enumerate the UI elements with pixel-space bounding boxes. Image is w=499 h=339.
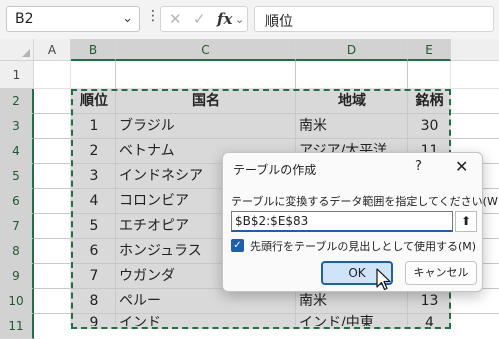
column-header-d[interactable]: D [296, 39, 408, 61]
row-header-6[interactable]: 6 [0, 189, 34, 214]
row-header-4[interactable]: 4 [0, 139, 34, 164]
row-header-5[interactable]: 5 [0, 164, 34, 189]
row-header-2[interactable]: 2 [0, 89, 34, 114]
column-header-c[interactable]: C [116, 39, 296, 61]
column-header-e[interactable]: E [408, 39, 451, 61]
row-header-10[interactable]: 10 [0, 289, 34, 314]
mouse-pointer-icon [376, 268, 391, 291]
column-header-f[interactable] [451, 39, 499, 61]
chevron-down-icon[interactable]: ⌄ [122, 11, 133, 26]
help-icon[interactable]: ? [415, 159, 422, 174]
collapse-dialog-icon[interactable]: ⬆ [455, 211, 477, 232]
header-row-checkbox[interactable]: ✓ [231, 239, 244, 252]
row-header-8[interactable]: 8 [0, 239, 34, 264]
close-icon[interactable]: ✕ [455, 157, 468, 176]
row-header-1[interactable]: 1 [0, 61, 34, 89]
select-all-corner[interactable] [0, 39, 34, 61]
name-box-value: B2 [15, 11, 34, 27]
formula-input[interactable]: 順位 [254, 6, 494, 32]
formula-bar: B2 ⌄ ⋮ ✕ ✓ fx ⌄ 順位 [0, 0, 499, 40]
row-header-3[interactable]: 3 [0, 114, 34, 139]
range-input[interactable]: $B$2:$E$83 [231, 211, 453, 232]
row-header-7[interactable]: 7 [0, 214, 34, 239]
row-header-11[interactable]: 11 [0, 314, 34, 339]
more-vertical-icon[interactable]: ⋮ [146, 8, 160, 24]
cancel-button[interactable]: キャンセル [405, 261, 477, 285]
column-header-a[interactable]: A [34, 39, 71, 61]
cancel-icon[interactable]: ✕ [169, 10, 182, 28]
chevron-down-icon[interactable]: ⌄ [235, 13, 244, 26]
range-prompt-label: テーブルに変換するデータ範囲を指定してください(W) [231, 195, 499, 208]
formula-value: 順位 [265, 14, 293, 30]
function-icon[interactable]: fx [217, 10, 232, 28]
formula-actions: ✕ ✓ fx ⌄ [160, 6, 248, 32]
check-icon[interactable]: ✓ [193, 10, 206, 28]
column-header-b[interactable]: B [71, 39, 116, 61]
row-header-9[interactable]: 9 [0, 264, 34, 289]
name-box[interactable]: B2 ⌄ [6, 6, 140, 32]
header-row-checkbox-label[interactable]: 先頭行をテーブルの見出しとして使用する(M) [250, 238, 476, 254]
create-table-dialog: テーブルの作成 ? ✕ テーブルに変換するデータ範囲を指定してください(W) $… [222, 152, 499, 292]
dialog-title: テーブルの作成 [233, 163, 317, 177]
